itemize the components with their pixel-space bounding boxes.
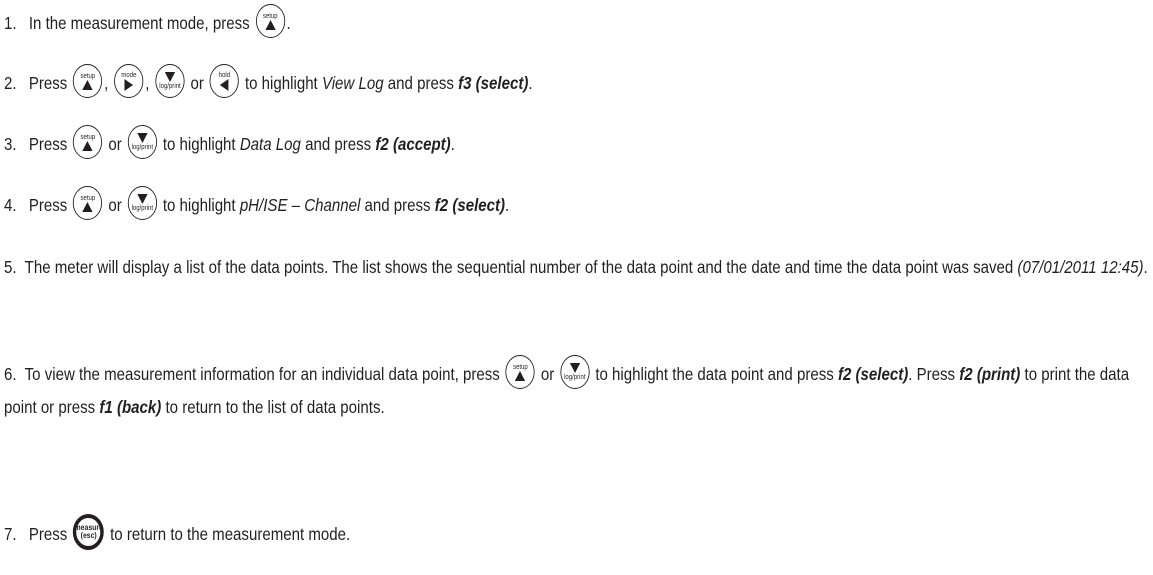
- measure-esc-button-icon: measure (esc): [73, 514, 105, 551]
- step-number: 4.: [4, 195, 17, 215]
- setup-caption: setup: [80, 194, 96, 202]
- step-text: and press: [305, 134, 372, 154]
- step-4: 4. Press setup or log/print to highlight…: [4, 186, 987, 221]
- mode-right-button-icon: mode: [114, 64, 144, 99]
- step-2: 2. Press setup , mode , log/print or hol…: [4, 64, 987, 99]
- comma: ,: [145, 73, 150, 93]
- step-text: Press: [28, 195, 68, 215]
- setup-up-button-icon: setup: [505, 355, 535, 390]
- log-print-caption: log/print: [131, 144, 153, 152]
- softkey-label: f2 (select): [434, 195, 506, 215]
- step-text: Press: [28, 524, 68, 544]
- step-text: to return to the measurement mode.: [110, 524, 351, 544]
- down-arrow-icon: [164, 72, 176, 83]
- step-text: Press: [28, 73, 68, 93]
- up-arrow-icon: [82, 79, 93, 90]
- step-text: and press: [364, 195, 431, 215]
- step-6: 6. To view the measurement information fo…: [4, 355, 1148, 424]
- or-text: or: [108, 195, 122, 215]
- step-end: .: [505, 195, 510, 215]
- softkey-label: f2 (accept): [375, 134, 451, 154]
- softkey-label: f2 (select): [837, 364, 909, 384]
- menu-item: View Log: [321, 73, 384, 93]
- step-number: 1.: [4, 13, 17, 33]
- step-number: 2.: [4, 73, 17, 93]
- step-number: 7.: [4, 524, 17, 544]
- softkey-label: f3 (select): [458, 73, 529, 93]
- setup-caption: setup: [512, 363, 528, 371]
- hold-left-button-icon: hold: [209, 64, 240, 99]
- right-arrow-icon: [124, 78, 134, 91]
- setup-up-button-icon: setup: [255, 4, 285, 39]
- step-number: 6.: [4, 364, 17, 384]
- step-7: 7. Press measure (esc) to return to the …: [4, 514, 987, 551]
- step-5: 5. The meter will display a list of the d…: [4, 251, 1148, 284]
- esc-caption: (esc): [80, 531, 97, 541]
- down-arrow-icon: [137, 133, 148, 144]
- instruction-document: 1. In the measurement mode, press setup …: [0, 0, 1153, 575]
- down-arrow-icon: [569, 363, 580, 374]
- softkey-label: f2 (print): [959, 364, 1021, 384]
- step-text: and press: [387, 73, 454, 93]
- up-arrow-icon: [265, 19, 276, 30]
- setup-caption: setup: [262, 12, 278, 20]
- menu-item: Data Log: [239, 134, 301, 154]
- or-text: or: [540, 364, 555, 384]
- log-print-caption: log/print: [131, 205, 153, 213]
- step-text: to highlight the data point and press: [595, 364, 834, 384]
- step-text: . Press: [908, 364, 956, 384]
- step-text: to return to the list of data points.: [165, 397, 385, 417]
- step-end: .: [286, 13, 291, 33]
- step-end: .: [450, 134, 455, 154]
- log-print-down-button-icon: log/print: [560, 355, 590, 390]
- log-print-caption: log/print: [564, 374, 586, 382]
- step-text: to highlight: [162, 195, 236, 215]
- step-text: Press: [28, 134, 68, 154]
- step-text: To view the measurement information for …: [24, 364, 500, 384]
- left-arrow-icon: [220, 78, 229, 91]
- mode-caption: mode: [121, 71, 137, 79]
- step-text: to highlight: [244, 73, 318, 93]
- hold-caption: hold: [218, 71, 231, 79]
- menu-item: pH/ISE – Channel: [239, 195, 361, 215]
- up-arrow-icon: [82, 201, 93, 212]
- or-text: or: [108, 134, 122, 154]
- step-text: to highlight: [162, 134, 236, 154]
- setup-up-button-icon: setup: [73, 125, 103, 160]
- log-print-down-button-icon: log/print: [127, 125, 157, 160]
- comma: ,: [104, 73, 109, 93]
- down-arrow-icon: [137, 194, 148, 205]
- up-arrow-icon: [82, 140, 93, 151]
- setup-caption: setup: [80, 72, 96, 80]
- setup-up-button-icon: setup: [73, 64, 103, 99]
- step-end: .: [1143, 257, 1148, 277]
- setup-caption: setup: [80, 133, 96, 141]
- step-number: 3.: [4, 134, 17, 154]
- step-number: 5.: [4, 257, 17, 277]
- or-text: or: [190, 73, 204, 93]
- softkey-label: f1 (back): [99, 397, 162, 417]
- date-time-example: (07/01/2011 12:45): [1017, 257, 1144, 277]
- step-3: 3. Press setup or log/print to highlight…: [4, 125, 987, 160]
- step-text: In the measurement mode, press: [28, 13, 250, 33]
- up-arrow-icon: [515, 370, 526, 381]
- log-print-down-button-icon: log/print: [155, 64, 185, 99]
- step-end: .: [528, 73, 533, 93]
- setup-up-button-icon: setup: [73, 186, 103, 221]
- step-text: The meter will display a list of the dat…: [24, 257, 1014, 277]
- step-1: 1. In the measurement mode, press setup …: [4, 4, 987, 39]
- log-print-caption: log/print: [159, 83, 181, 91]
- log-print-down-button-icon: log/print: [127, 186, 157, 221]
